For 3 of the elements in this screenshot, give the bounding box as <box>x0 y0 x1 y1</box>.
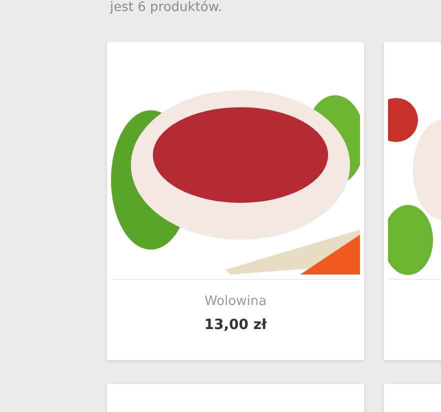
product-card[interactable]: Wolowina 13,00 zł <box>107 42 364 360</box>
product-price: 13,00 zł <box>203 317 268 333</box>
product-count-text: jest 6 produktów. <box>110 0 223 16</box>
